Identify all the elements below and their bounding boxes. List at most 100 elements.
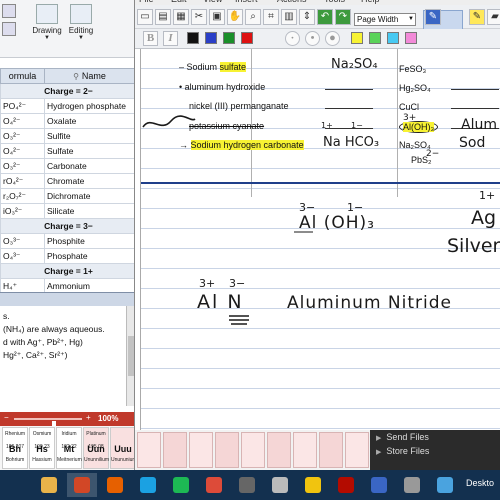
journal-taskbar-button[interactable] (364, 473, 394, 497)
reference-panel: Drawing ▼ Editing ▼ ormula ⚲ Name Charge … (0, 0, 135, 470)
charge-group-row[interactable]: Charge = 2− (0, 83, 134, 99)
thin-pen-icon[interactable]: · (285, 31, 300, 46)
handwritten-alum: Alum (461, 117, 497, 133)
eraser-icon[interactable]: ▰ (487, 9, 500, 25)
ion-row[interactable]: O₄²⁻ Oxalate (0, 113, 134, 129)
menu-file[interactable]: File (139, 0, 154, 4)
ion-row[interactable]: iO₃²⁻ Silicate (0, 203, 134, 219)
drawing-label: Drawing (32, 26, 62, 35)
element-cell[interactable] (293, 432, 317, 468)
element-cell[interactable]: Osmium 190.23 Hs Hassium (29, 427, 55, 469)
handwritten-charge: 1− (351, 121, 363, 130)
element-cell[interactable]: Rhenium 186.207 Bh Bohrium (2, 427, 28, 469)
search-icon[interactable]: ⌕ (245, 9, 261, 25)
name-header[interactable]: ⚲ Name (44, 68, 134, 84)
charge-group-row[interactable]: Charge = 3− (0, 218, 134, 234)
medium-pen-icon[interactable]: • (305, 31, 320, 46)
printer-taskbar-button[interactable] (397, 473, 427, 497)
chrome-taskbar-button[interactable] (199, 473, 229, 497)
bold-icon[interactable]: B (143, 31, 158, 46)
color-blue-swatch[interactable] (205, 32, 217, 44)
camera-taskbar-button[interactable] (265, 473, 295, 497)
element-cell[interactable]: Iridium 192.22 Mt Meitnerium (56, 427, 82, 469)
firefox-taskbar-button[interactable] (100, 473, 130, 497)
element-cell[interactable]: Uuu Unununium (110, 427, 134, 469)
page-icon[interactable]: ▭ (137, 9, 153, 25)
chevron-down-icon: ▼ (44, 35, 50, 41)
highlighter-icon[interactable]: ✎ (469, 9, 485, 25)
zoom-bar: − + 100% (0, 412, 134, 429)
ion-row[interactable]: r₂O₇²⁻ Dichromate (0, 188, 134, 204)
element-cell[interactable] (215, 432, 239, 468)
ion-row[interactable]: PO₄²⁻ Hydrogen phosphate (0, 98, 134, 114)
menu-edit[interactable]: Edit (171, 0, 187, 4)
ion-row[interactable]: rO₄²⁻ Chromate (0, 173, 134, 189)
redo-icon[interactable]: ↷ (335, 9, 351, 25)
color-green-swatch[interactable] (223, 32, 235, 44)
zoom-in-button[interactable]: + (86, 413, 91, 422)
soti-taskbar-button[interactable] (232, 473, 262, 497)
store-files-item[interactable]: ▶ Store Files (376, 446, 429, 456)
highlight-cyan-swatch[interactable] (387, 32, 399, 44)
desktop-label[interactable]: Deskto (466, 478, 494, 488)
editing-icon (70, 4, 92, 24)
menu-tools[interactable]: Tools (324, 0, 345, 4)
element-cell[interactable] (137, 432, 161, 468)
highlight-pink-swatch[interactable] (405, 32, 417, 44)
ion-row[interactable]: O₃³⁻ Phosphite (0, 233, 134, 249)
menu-insert[interactable]: Insert (235, 0, 258, 4)
insert-space-icon[interactable]: ⇕ (299, 9, 315, 25)
print-icon[interactable]: ▦ (173, 9, 189, 25)
cut-icon[interactable]: ✂ (191, 9, 207, 25)
pan-icon[interactable]: ✋ (227, 9, 243, 25)
spotify-taskbar-button[interactable] (166, 473, 196, 497)
scroll-thumb[interactable] (128, 336, 134, 376)
element-cell[interactable] (345, 432, 369, 468)
ribbon-checkbox-1[interactable] (2, 4, 16, 18)
ribbon-checkbox-2[interactable] (2, 22, 16, 36)
acrobat-taskbar-button[interactable] (331, 473, 361, 497)
pages-icon[interactable]: ▥ (281, 9, 297, 25)
color-red-swatch[interactable] (241, 32, 253, 44)
zoom-slider[interactable] (14, 418, 82, 429)
notes-scrollbar[interactable] (126, 306, 134, 406)
zoom-out-button[interactable]: − (4, 413, 9, 422)
page-width-select[interactable]: Page Width ▼ (354, 13, 416, 26)
element-cell[interactable]: Platinum 195.08 Uun Ununnilium (83, 427, 109, 469)
notebook-page[interactable]: – Sodium sulfate • aluminum hydroxide ni… (140, 49, 500, 430)
element-cell[interactable] (319, 432, 343, 468)
send-files-item[interactable]: ▶ Send Files (376, 432, 429, 442)
windows-explorer-taskbar-button[interactable] (34, 473, 64, 497)
item-highlight: sulfate (219, 62, 247, 72)
element-cell[interactable] (267, 432, 291, 468)
italic-icon[interactable]: I (163, 31, 178, 46)
undo-icon[interactable]: ↶ (317, 9, 333, 25)
color-black-swatch[interactable] (187, 32, 199, 44)
element-cell[interactable] (189, 432, 213, 468)
highlight-green-swatch[interactable] (369, 32, 381, 44)
menu-actions[interactable]: Actions (277, 0, 307, 4)
charge-group-row[interactable]: Charge = 1+ (0, 263, 134, 279)
element-cell[interactable] (163, 432, 187, 468)
formula-header[interactable]: ormula (0, 68, 45, 84)
monitor-taskbar-button[interactable] (430, 473, 460, 497)
paste-icon[interactable]: ▣ (209, 9, 225, 25)
fit-icon[interactable]: ⌗ (263, 9, 279, 25)
menu-view[interactable]: View (203, 0, 222, 4)
ion-row[interactable]: O₄³⁻ Phosphate (0, 248, 134, 264)
drawing-group[interactable]: Drawing ▼ (30, 4, 64, 41)
thick-pen-icon[interactable]: ● (325, 31, 340, 46)
menu-help[interactable]: Help (361, 0, 380, 4)
ion-row[interactable]: O₄²⁻ Sulfate (0, 143, 134, 159)
ion-row[interactable]: O₃²⁻ Carbonate (0, 158, 134, 174)
pen-icon[interactable]: ✎ (425, 9, 441, 25)
handwritten-ag: Ag (471, 207, 497, 229)
editing-group[interactable]: Editing ▼ (64, 4, 98, 41)
ie-taskbar-button[interactable] (133, 473, 163, 497)
element-cell[interactable] (241, 432, 265, 468)
highlight-yellow-swatch[interactable] (351, 32, 363, 44)
paint-taskbar-button[interactable] (298, 473, 328, 497)
open-icon[interactable]: ▤ (155, 9, 171, 25)
powerpoint-taskbar-button[interactable] (67, 473, 97, 497)
ion-row[interactable]: O₃²⁻ Sulfite (0, 128, 134, 144)
